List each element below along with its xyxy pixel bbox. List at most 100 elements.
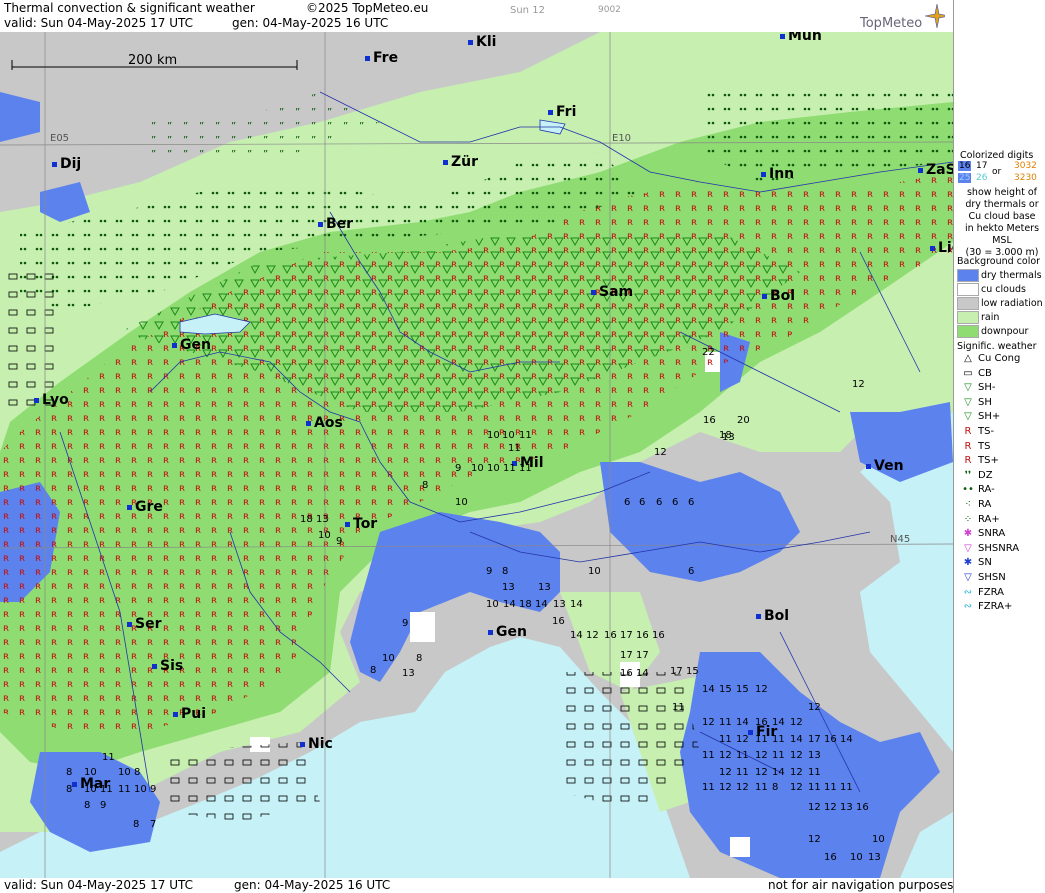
thermal-height-value: 13 — [553, 599, 566, 610]
thermal-height-value: 14 — [570, 599, 583, 610]
wx-legend-label: SHSN — [978, 572, 1006, 583]
topmeteo-logo: TopMeteo — [860, 16, 923, 31]
city-name: Lie — [938, 240, 953, 256]
digits-text-3: Cu cloud base — [968, 211, 1036, 222]
city-name: Kli — [476, 34, 497, 50]
thermal-height-value: 11 — [508, 443, 521, 454]
thermal-height-value: 11 — [702, 782, 715, 793]
digits-or: or — [992, 167, 1002, 177]
thermal-height-value: 11 — [840, 782, 853, 793]
wx-legend-label: TS+ — [978, 455, 999, 467]
weather-symbol-icon: ▽ — [964, 411, 972, 423]
city-name: Gen — [496, 624, 527, 640]
thermal-height-value: 14 — [772, 767, 785, 778]
city-marker-icon — [548, 109, 553, 115]
city-marker-icon — [365, 55, 370, 61]
weather-symbol-icon: •• — [962, 484, 974, 496]
city-label: Fri — [548, 104, 576, 120]
thermal-height-value: 13 — [840, 802, 853, 813]
city-marker-icon — [306, 420, 311, 426]
city-marker-icon — [488, 629, 493, 635]
cu-clouds-patch — [730, 837, 750, 857]
digits-text-1: show height of — [966, 187, 1038, 198]
bg-legend-label: cu clouds — [981, 284, 1026, 295]
wx-legend-item: ❜❜ DZ — [958, 470, 993, 481]
wx-legend-item: R TS+ — [958, 455, 999, 466]
city-label: Gen — [488, 624, 527, 640]
thermal-height-value: 8 — [66, 767, 73, 778]
thermal-height-value: 17 — [620, 650, 633, 661]
city-marker-icon — [918, 167, 923, 173]
wx-legend-label: TS — [978, 440, 991, 452]
thermal-height-value: 13 — [402, 668, 415, 679]
thermal-height-value: 9 — [455, 463, 462, 474]
thermal-height-value: 11 — [118, 784, 131, 795]
weather-symbol-icon: ❜❜ — [964, 469, 972, 481]
city-marker-icon — [173, 711, 178, 717]
thermal-height-value: 8 — [502, 566, 509, 577]
city-name: Fri — [556, 104, 577, 120]
thermal-height-value: 10 — [850, 852, 863, 863]
wx-legend-label: RA+ — [978, 513, 1000, 525]
wx-legend-label: CB — [978, 367, 992, 379]
weather-map[interactable]: ʀ ” — [0, 32, 953, 878]
thermal-height-value: 16 — [755, 717, 768, 728]
city-name: Tor — [353, 516, 378, 532]
thermal-height-value: 11 — [519, 430, 532, 441]
wx-legend-label: RA — [978, 499, 992, 510]
grid-label-e05: E05 — [50, 133, 69, 144]
thermal-height-value: 14 — [503, 599, 516, 610]
city-marker-icon — [127, 504, 132, 510]
digits-ex4: 3230 — [1014, 173, 1037, 183]
thermal-height-value: 12 — [755, 750, 768, 761]
thermal-height-value: 6 — [688, 566, 695, 577]
thermal-height-value: 10 — [487, 430, 500, 441]
city-marker-icon — [172, 342, 177, 348]
weather-symbol-icon: ⁘ — [963, 513, 973, 525]
city-label: Pui — [173, 706, 206, 722]
city-marker-icon — [930, 245, 935, 251]
city-label: Ber — [318, 216, 353, 232]
city-name: Inn — [769, 166, 795, 182]
city-label: ZaS — [918, 162, 953, 178]
city-label: Ser — [127, 616, 161, 632]
city-label: Lyo — [34, 392, 69, 408]
thermal-height-value: 10 — [455, 497, 468, 508]
thermal-height-value: 9 — [402, 618, 409, 629]
weather-symbol-icon: R — [964, 440, 972, 452]
thermal-height-value: 11 — [772, 734, 785, 745]
thermal-height-value: 17 — [670, 666, 683, 677]
wx-legend-label: SN — [978, 557, 992, 569]
weather-symbol-icon: ▽ — [964, 542, 972, 554]
thermal-height-value: 11 — [824, 782, 837, 793]
bg-title: Background color — [957, 256, 1041, 267]
thermal-height-value: 11 — [672, 702, 685, 713]
thermal-height-value: 12 — [790, 767, 803, 778]
city-name: Lyo — [42, 392, 69, 408]
bg-legend-label: low radiation — [981, 298, 1043, 309]
digits-ex1a: 16 — [958, 161, 972, 171]
thermal-height-value: 8 — [133, 819, 140, 830]
weather-symbol-icon: ▽ — [964, 382, 972, 394]
thermal-height-value: 16 — [604, 630, 617, 641]
thermal-height-value: 12 — [702, 717, 715, 728]
wx-legend-label: FZRA+ — [978, 601, 1013, 613]
thermal-height-value: 9 — [150, 784, 157, 795]
wx-legend-item: ▽ SH- — [958, 382, 995, 393]
city-label: Kli — [468, 34, 496, 50]
thermal-height-value: 8 — [134, 767, 141, 778]
thermal-height-value: 12 — [719, 782, 732, 793]
grid-label-e10: E10 — [612, 133, 631, 144]
thermal-height-value: 17 — [636, 650, 649, 661]
wx-legend-item: ▽ SH — [958, 397, 992, 408]
color-swatch — [957, 269, 979, 282]
thermal-height-value: 6 — [672, 497, 679, 508]
city-label: Fre — [365, 50, 398, 66]
city-name: Sam — [599, 284, 634, 300]
thermal-height-value: 12 — [736, 734, 749, 745]
digits-text-2: dry thermals or — [965, 199, 1039, 210]
city-label: Dij — [52, 156, 81, 172]
thermal-height-value: 16 — [703, 415, 716, 426]
thermal-height-value: 8 — [66, 784, 73, 795]
weather-symbol-icon: R — [964, 455, 972, 467]
